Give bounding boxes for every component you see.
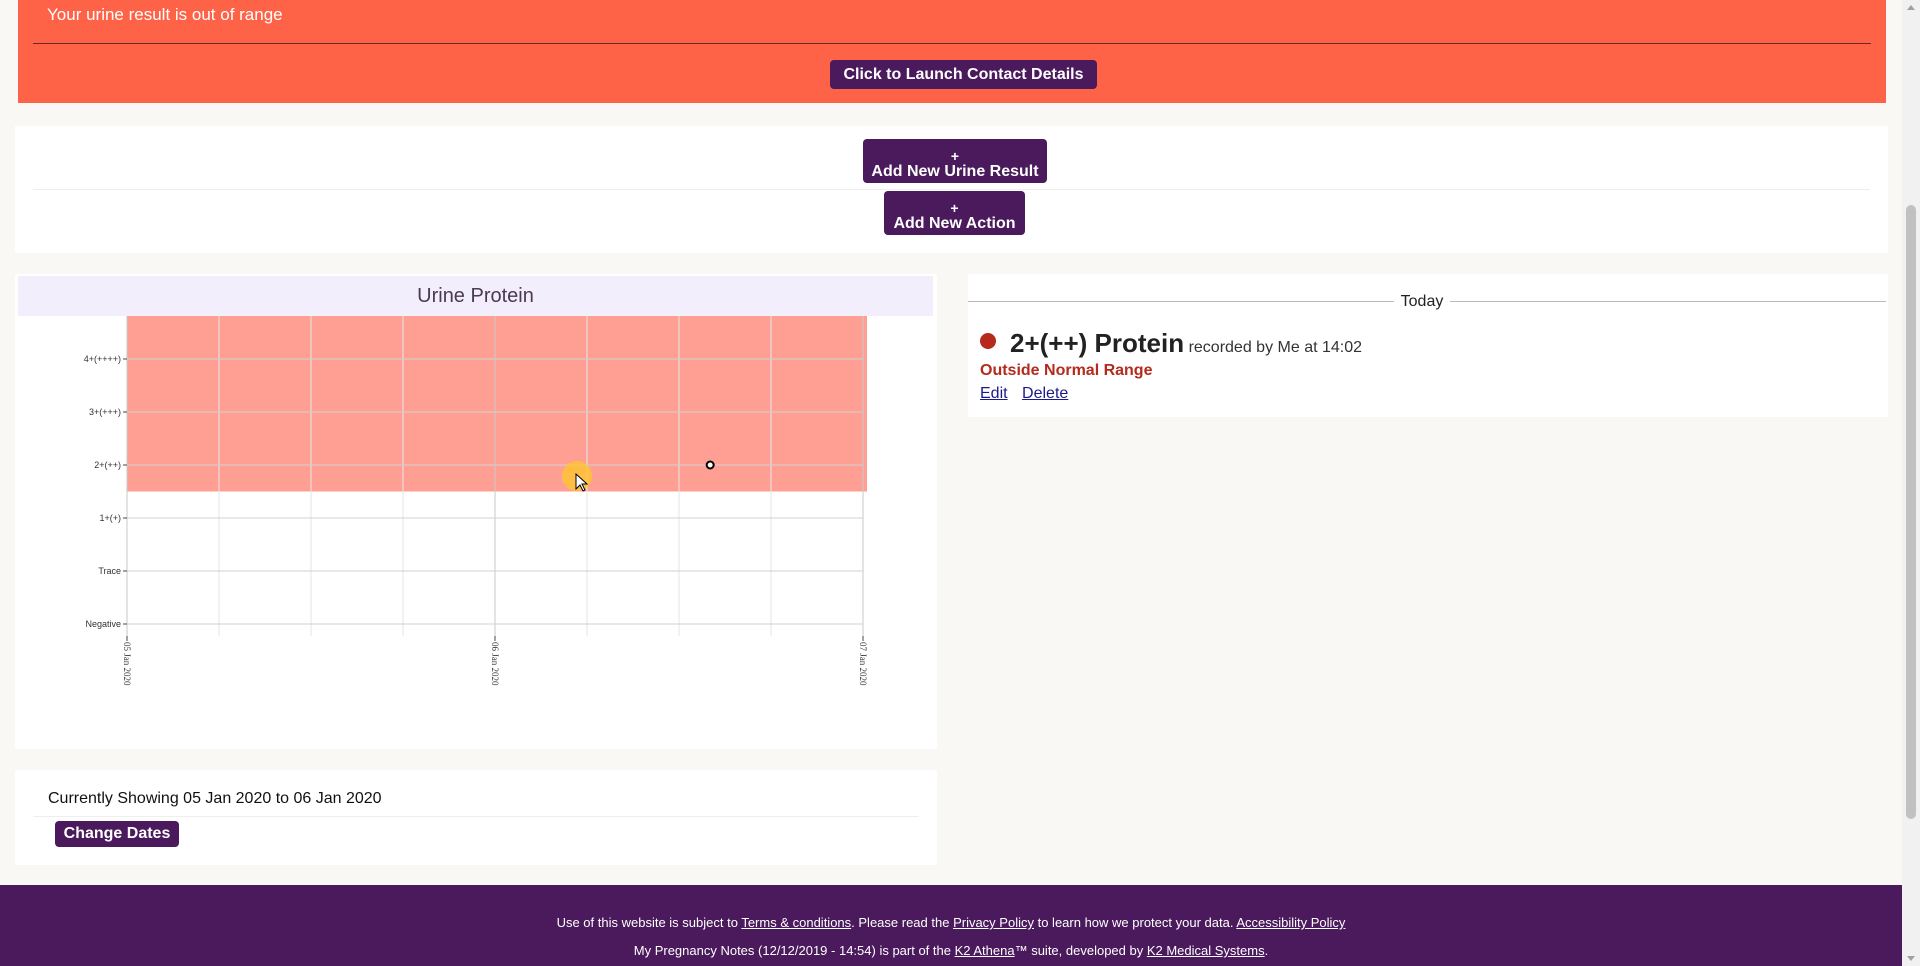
actions-divider [33, 189, 1870, 190]
data-point [705, 460, 715, 470]
add-action-button[interactable]: + Add New Action [884, 191, 1025, 235]
y-tick-label: 3+(+++) [89, 407, 121, 417]
out-of-range-alert: Your urine result is out of range Click … [18, 0, 1886, 103]
scroll-down-icon[interactable] [1907, 956, 1915, 961]
accessibility-policy-link[interactable]: Accessibility Policy [1236, 915, 1345, 930]
actions-panel: + Add New Urine Result + Add New Action [15, 126, 1888, 253]
alert-divider [33, 43, 1871, 44]
y-tick-label: 4+(++++) [84, 354, 121, 364]
date-range-text: Currently Showing 05 Jan 2020 to 06 Jan … [48, 790, 382, 807]
results-timeline: Today 2+(++) Protein recorded by Me at 1… [968, 274, 1888, 417]
scrollbar-thumb[interactable] [1906, 205, 1916, 819]
add-urine-result-button[interactable]: + Add New Urine Result [863, 139, 1047, 183]
entry-meta: recorded by Me at 14:02 [1188, 339, 1363, 356]
timeline-day-heading: Today [1400, 293, 1444, 310]
chart-title: Urine Protein [18, 276, 933, 316]
change-dates-button[interactable]: Change Dates [55, 821, 179, 847]
y-tick-label: 1+(+) [99, 513, 121, 523]
x-tick-label: 05 Jan 2020 [122, 642, 132, 686]
add-action-label: Add New Action [893, 215, 1016, 232]
timeline-divider [1450, 301, 1886, 302]
date-range-panel: Currently Showing 05 Jan 2020 to 06 Jan … [15, 770, 937, 865]
privacy-policy-link[interactable]: Privacy Policy [953, 915, 1034, 930]
status-dot-icon [980, 333, 996, 349]
y-tick-label: Negative [85, 619, 121, 629]
plus-icon: + [950, 148, 960, 164]
entry-status: Outside Normal Range [980, 362, 1153, 379]
x-tick-label: 07 Jan 2020 [858, 642, 868, 686]
page: Your urine result is out of range Click … [0, 0, 1902, 966]
entry-value: 2+(++) Protein [1010, 328, 1185, 358]
scroll-up-icon[interactable] [1907, 5, 1915, 10]
vertical-scrollbar[interactable] [1902, 0, 1920, 966]
x-tick-label: 06 Jan 2020 [490, 642, 500, 686]
launch-contact-details-button[interactable]: Click to Launch Contact Details [830, 60, 1097, 89]
y-tick-label: Trace [98, 566, 121, 576]
urine-protein-chart: Negative Trace 1+(+) 2+(++) 3+(+++) 4+(++++) 0… [84, 316, 868, 686]
add-urine-result-label: Add New Urine Result [871, 163, 1039, 180]
plus-icon: + [950, 200, 959, 216]
range-divider [33, 816, 919, 817]
terms-link[interactable]: Terms & conditions [741, 915, 851, 930]
k2-medical-systems-link[interactable]: K2 Medical Systems [1147, 943, 1265, 958]
alert-message: Your urine result is out of range [47, 5, 283, 24]
y-tick-label: 2+(++) [94, 460, 121, 470]
k2-athena-link[interactable]: K2 Athena [955, 943, 1015, 958]
edit-link[interactable]: Edit [980, 385, 1008, 402]
timeline-divider [968, 301, 1394, 302]
mouse-pointer-icon [575, 473, 589, 492]
footer: Use of this website is subject to Terms … [0, 885, 1902, 966]
delete-link[interactable]: Delete [1022, 385, 1068, 402]
urine-protein-chart-panel: Urine Protein Negative Trace 1+(+) 2+(++) 3+… [15, 274, 937, 749]
